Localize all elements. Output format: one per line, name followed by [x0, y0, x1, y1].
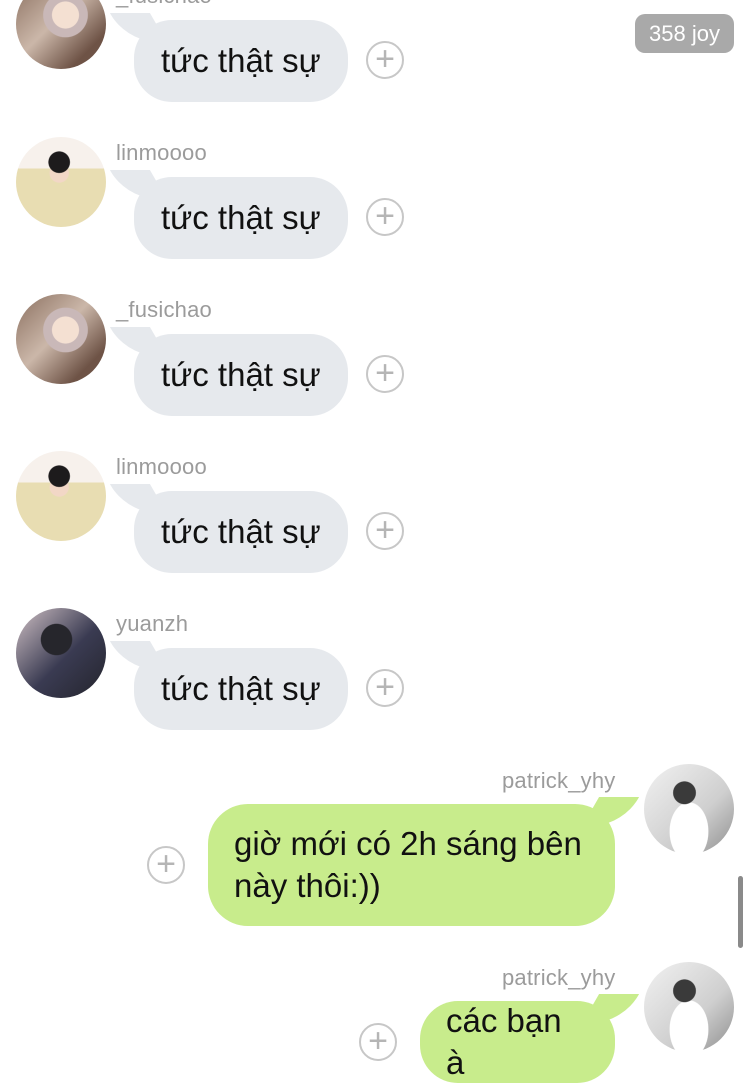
- avatar[interactable]: [16, 0, 106, 69]
- add-reaction-button[interactable]: +: [366, 669, 404, 707]
- message-text: giờ mới có 2h sáng bên này thôi:)): [234, 823, 582, 907]
- plus-icon: +: [375, 667, 395, 706]
- avatar[interactable]: [16, 608, 106, 698]
- sender-name: yuanzh: [116, 611, 189, 636]
- avatar[interactable]: [644, 764, 734, 854]
- message-text: tức thật sự: [161, 42, 321, 79]
- message-bubble[interactable]: tức thật sự: [134, 177, 348, 259]
- sender-name: linmoooo: [116, 454, 207, 479]
- plus-icon: +: [156, 844, 176, 883]
- sender-name: patrick_yhy: [502, 965, 616, 990]
- avatar[interactable]: [16, 294, 106, 384]
- avatar[interactable]: [16, 451, 106, 541]
- avatar[interactable]: [16, 137, 106, 227]
- message-bubble[interactable]: tức thật sự: [134, 20, 348, 102]
- plus-icon: +: [375, 196, 395, 235]
- message-text: tức thật sự: [161, 199, 321, 236]
- message-text: tức thật sự: [161, 670, 321, 707]
- unread-badge[interactable]: 358 joy: [635, 14, 734, 53]
- message-text: tức thật sự: [161, 356, 321, 393]
- add-reaction-button[interactable]: +: [366, 198, 404, 236]
- add-reaction-button[interactable]: +: [366, 355, 404, 393]
- message-bubble[interactable]: tức thật sự: [134, 334, 348, 416]
- message-bubble[interactable]: tức thật sự: [134, 648, 348, 730]
- message-bubble[interactable]: các bạn à: [420, 1001, 615, 1083]
- message-text-line: giờ mới có 2h sáng bên: [234, 825, 582, 862]
- message-bubble[interactable]: giờ mới có 2h sáng bên này thôi:)): [208, 804, 615, 926]
- sender-name: _fusichao: [116, 297, 212, 322]
- plus-icon: +: [375, 510, 395, 549]
- sender-name: patrick_yhy: [502, 768, 616, 793]
- add-reaction-button[interactable]: +: [366, 512, 404, 550]
- scrollbar[interactable]: [738, 876, 743, 948]
- add-reaction-button[interactable]: +: [147, 846, 185, 884]
- avatar[interactable]: [644, 962, 734, 1052]
- sender-name: linmoooo: [116, 140, 207, 165]
- message-bubble[interactable]: tức thật sự: [134, 491, 348, 573]
- plus-icon: +: [375, 353, 395, 392]
- message-text: tức thật sự: [161, 513, 321, 550]
- add-reaction-button[interactable]: +: [359, 1023, 397, 1061]
- message-text-line: này thôi:)): [234, 867, 381, 904]
- plus-icon: +: [368, 1021, 388, 1060]
- add-reaction-button[interactable]: +: [366, 41, 404, 79]
- sender-name: _fusichao: [116, 0, 212, 9]
- message-text: các bạn à: [446, 1002, 562, 1081]
- plus-icon: +: [375, 39, 395, 78]
- chat-thread: _fusichao tức thật sự + 358 joy linmoooo…: [0, 0, 750, 1083]
